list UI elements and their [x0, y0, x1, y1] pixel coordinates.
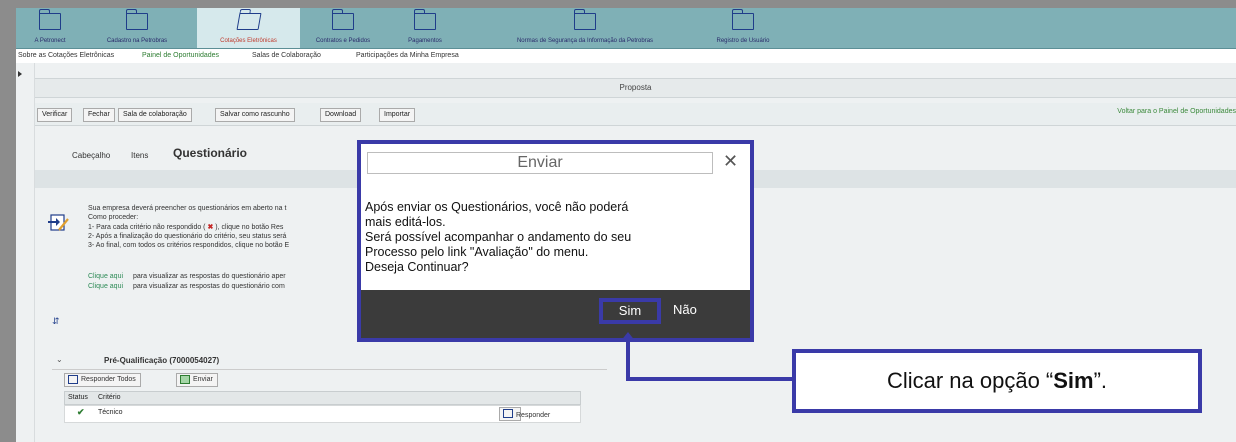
subnav-item-participacoes[interactable]: Participações da Minha Empresa: [356, 49, 459, 63]
nav-tab-cotacoes[interactable]: Cotações Eletrônicas: [197, 8, 300, 48]
criterio-cell: Técnico: [98, 409, 123, 416]
nav-tab-registro[interactable]: Registro de Usuário: [702, 8, 784, 48]
importar-button[interactable]: Importar: [379, 108, 416, 122]
column-status: Status: [68, 394, 88, 401]
left-gutter: [16, 63, 35, 442]
expand-arrow-icon[interactable]: [18, 71, 22, 77]
column-criterio: Critério: [98, 394, 121, 401]
close-icon[interactable]: ✕: [723, 151, 738, 172]
chevron-down-icon[interactable]: ⌄: [56, 355, 63, 364]
folder-icon: [125, 9, 148, 30]
connector-line-horizontal: [626, 377, 796, 381]
nav-tab-normas[interactable]: Normas de Segurança da Informação da Pet…: [480, 8, 690, 48]
salvar-rascunho-button[interactable]: Salvar como rascunho: [215, 108, 295, 122]
tab-itens[interactable]: Itens: [131, 151, 148, 160]
clique-aqui-link-1[interactable]: Clique aqui: [88, 273, 123, 280]
nav-tab-cadastro[interactable]: Cadastro na Petrobras: [86, 8, 188, 48]
dialog-message: Após enviar os Questionários, você não p…: [365, 200, 632, 274]
subnav-item-sobre[interactable]: Sobre as Cotações Eletrônicas: [18, 49, 114, 63]
table-header: Status Critério: [64, 391, 581, 405]
check-icon: ✔: [77, 407, 85, 417]
secondary-navigation: Sobre as Cotações Eletrônicas Painel de …: [16, 49, 1236, 63]
top-navigation: A Petronect Cadastro na Petrobras Cotaçõ…: [16, 8, 1236, 49]
enviar-button[interactable]: Enviar: [176, 373, 218, 387]
clique-row-1: Clique aqui para visualizar as respostas …: [88, 273, 286, 280]
nav-tab-petronect[interactable]: A Petronect: [16, 8, 84, 48]
responder-todos-button[interactable]: Responder Todos: [64, 373, 141, 387]
panel-header: ⌄ Pré-Qualificação (7000054027): [52, 355, 607, 370]
toolbar: Verificar Fechar Sala de colaboração Sal…: [35, 103, 1236, 126]
download-button[interactable]: Download: [320, 108, 362, 122]
send-icon: [180, 375, 190, 384]
voltar-painel-link[interactable]: Voltar para o Painel de Oportunidades: [1117, 108, 1236, 115]
clique-row-2: Clique aqui para visualizar as respostas …: [88, 283, 285, 290]
subnav-item-salas[interactable]: Salas de Colaboração: [252, 49, 321, 63]
prequalification-panel: ⌄ Pré-Qualificação (7000054027) Responde…: [52, 333, 607, 442]
page-title: Proposta: [35, 78, 1236, 98]
tab-questionario[interactable]: Questionário: [173, 146, 247, 160]
instruction-callout: Clicar na opção “Sim”.: [792, 349, 1202, 413]
folder-icon: [731, 9, 754, 30]
fechar-button[interactable]: Fechar: [83, 108, 115, 122]
dialog-title: Enviar: [367, 152, 713, 174]
folder-icon: [413, 9, 436, 30]
nav-tab-contratos[interactable]: Contratos e Pedidos: [304, 8, 382, 48]
pencil-icon: [68, 375, 78, 384]
responder-button[interactable]: Responder: [499, 407, 550, 421]
sala-colaboracao-button[interactable]: Sala de colaboração: [118, 108, 192, 122]
folder-icon: [331, 9, 354, 30]
clique-aqui-link-2[interactable]: Clique aqui: [88, 283, 123, 290]
verificar-button[interactable]: Verificar: [37, 108, 73, 122]
nav-tab-pagamentos[interactable]: Pagamentos: [396, 8, 454, 48]
nao-button[interactable]: Não: [673, 302, 697, 317]
sim-button[interactable]: Sim: [599, 298, 661, 324]
dialog-footer: Sim Não: [361, 290, 750, 338]
panel-title: Pré-Qualificação (7000054027): [104, 356, 220, 365]
folder-icon: [38, 9, 61, 30]
connector-line-vertical: [626, 340, 630, 381]
table-row: ✔ Técnico Responder: [64, 405, 581, 423]
pencil-icon: [503, 409, 513, 418]
tab-cabecalho[interactable]: Cabeçalho: [72, 151, 110, 160]
sort-icon[interactable]: ⇵: [52, 316, 60, 327]
folder-icon: [573, 9, 596, 30]
open-folder-icon: [236, 13, 261, 30]
enviar-dialog: Enviar ✕ Após enviar os Questionários, v…: [357, 140, 754, 342]
subnav-item-painel[interactable]: Painel de Oportunidades: [142, 49, 219, 63]
instructions-text: Sua empresa deverá preencher os question…: [88, 205, 290, 249]
edit-form-icon: [48, 214, 69, 231]
